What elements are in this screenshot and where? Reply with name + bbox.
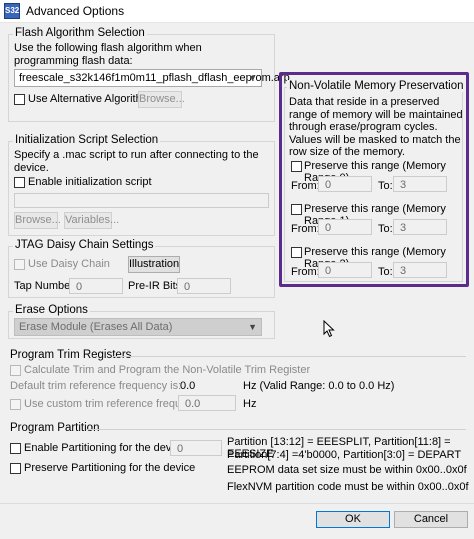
preserve-range-2-checkbox[interactable] bbox=[291, 247, 302, 258]
range-1-to-label: To: bbox=[378, 223, 393, 235]
calculate-trim-label: Calculate Trim and Program the Non-Volat… bbox=[24, 364, 311, 376]
range-1-from-input[interactable]: 0 bbox=[318, 219, 372, 235]
preserve-partitioning-label: Preserve Partitioning for the device bbox=[24, 462, 196, 474]
erase-options-group-title: Erase Options bbox=[13, 304, 90, 316]
range-0-to-input[interactable]: 3 bbox=[393, 176, 447, 192]
trim-section-title: Program Trim Registers bbox=[10, 349, 132, 361]
init-variables-button[interactable]: Variables... bbox=[64, 212, 119, 229]
default-trim-label: Default trim reference frequency is: bbox=[10, 380, 182, 392]
custom-trim-unit: Hz bbox=[243, 398, 257, 410]
range-2-from-input[interactable]: 0 bbox=[318, 262, 372, 278]
partition-info-line-4: FlexNVM partition code must be within 0x… bbox=[227, 481, 469, 493]
flash-algorithm-select[interactable]: freescale_s32k146f1m0m11_pflash_dflash_e… bbox=[14, 69, 290, 87]
illustration-button[interactable]: Illustration bbox=[128, 256, 180, 273]
erase-option-select[interactable]: Erase Module (Erases All Data) ▼ bbox=[14, 318, 262, 336]
init-script-description: Specify a .mac script to run after conne… bbox=[14, 149, 259, 174]
range-1-to-input[interactable]: 3 bbox=[393, 219, 447, 235]
partition-section-divider bbox=[86, 429, 466, 430]
use-daisy-chain-label: Use Daisy Chain bbox=[28, 258, 110, 270]
range-2-to-input[interactable]: 3 bbox=[393, 262, 447, 278]
enable-partitioning-label: Enable Partitioning for the device bbox=[24, 442, 186, 454]
preserve-partitioning-checkbox[interactable] bbox=[10, 463, 21, 474]
jtag-group-title: JTAG Daisy Chain Settings bbox=[13, 239, 156, 251]
erase-option-select-value: Erase Module (Erases All Data) bbox=[19, 321, 173, 333]
mouse-cursor-icon bbox=[323, 320, 335, 338]
nvm-description: Data that reside in a preserved range of… bbox=[289, 96, 463, 158]
calculate-trim-checkbox[interactable] bbox=[10, 365, 21, 376]
use-daisy-chain-checkbox[interactable] bbox=[14, 259, 25, 270]
partition-section-title: Program Partition bbox=[10, 422, 100, 434]
preserve-range-0-checkbox[interactable] bbox=[291, 161, 302, 172]
range-0-from-input[interactable]: 0 bbox=[318, 176, 372, 192]
window-title: Advanced Options bbox=[26, 4, 125, 18]
range-2-to-label: To: bbox=[378, 266, 393, 278]
trim-section-divider bbox=[112, 356, 466, 357]
init-browse-button[interactable]: Browse... bbox=[14, 212, 61, 229]
use-alternative-algorithm-label: Use Alternative Algorithm bbox=[28, 93, 151, 105]
cancel-button[interactable]: Cancel bbox=[394, 511, 468, 528]
partition-value-input[interactable]: 0 bbox=[170, 440, 222, 456]
partition-info-line-2: Partition[7:4] =4'b0000, Partition[3:0] … bbox=[227, 449, 462, 461]
flash-algorithm-description: Use the following flash algorithm when p… bbox=[14, 42, 202, 67]
default-trim-range-text: Hz (Valid Range: 0.0 to 0.0 Hz) bbox=[243, 380, 395, 392]
app-icon: S32 bbox=[4, 3, 20, 19]
custom-trim-input[interactable]: 0.0 bbox=[178, 395, 236, 411]
init-script-group-title: Initialization Script Selection bbox=[13, 134, 161, 146]
enable-init-script-checkbox[interactable] bbox=[14, 177, 25, 188]
chevron-down-icon: ▼ bbox=[248, 322, 257, 332]
range-0-to-label: To: bbox=[378, 180, 393, 192]
init-script-path-input[interactable] bbox=[14, 193, 269, 208]
title-bar: S32 Advanced Options bbox=[0, 0, 474, 23]
tap-number-label: Tap Number: bbox=[14, 280, 77, 292]
enable-init-script-label: Enable initialization script bbox=[28, 176, 152, 188]
ok-button[interactable]: OK bbox=[316, 511, 390, 528]
partition-info-line-3: EEPROM data set size must be within 0x00… bbox=[227, 464, 467, 476]
preserve-range-1-checkbox[interactable] bbox=[291, 204, 302, 215]
use-alternative-algorithm-checkbox[interactable] bbox=[14, 94, 25, 105]
range-1-from-label: From: bbox=[291, 223, 320, 235]
footer-divider bbox=[0, 503, 474, 504]
range-2-from-label: From: bbox=[291, 266, 320, 278]
flash-browse-button[interactable]: Browse... bbox=[138, 91, 185, 108]
flash-algorithm-group-title: Flash Algorithm Selection bbox=[13, 27, 147, 39]
range-0-from-label: From: bbox=[291, 180, 320, 192]
chevron-down-icon: ▼ bbox=[248, 73, 257, 83]
nvm-group-title: Non-Volatile Memory Preservation bbox=[287, 80, 466, 92]
enable-partitioning-checkbox[interactable] bbox=[10, 443, 21, 454]
tap-number-input[interactable]: 0 bbox=[69, 278, 123, 294]
pre-ir-bits-label: Pre-IR Bits: bbox=[128, 280, 185, 292]
default-trim-value: 0.0 bbox=[180, 380, 196, 392]
custom-trim-checkbox[interactable] bbox=[10, 399, 21, 410]
pre-ir-bits-input[interactable]: 0 bbox=[177, 278, 231, 294]
